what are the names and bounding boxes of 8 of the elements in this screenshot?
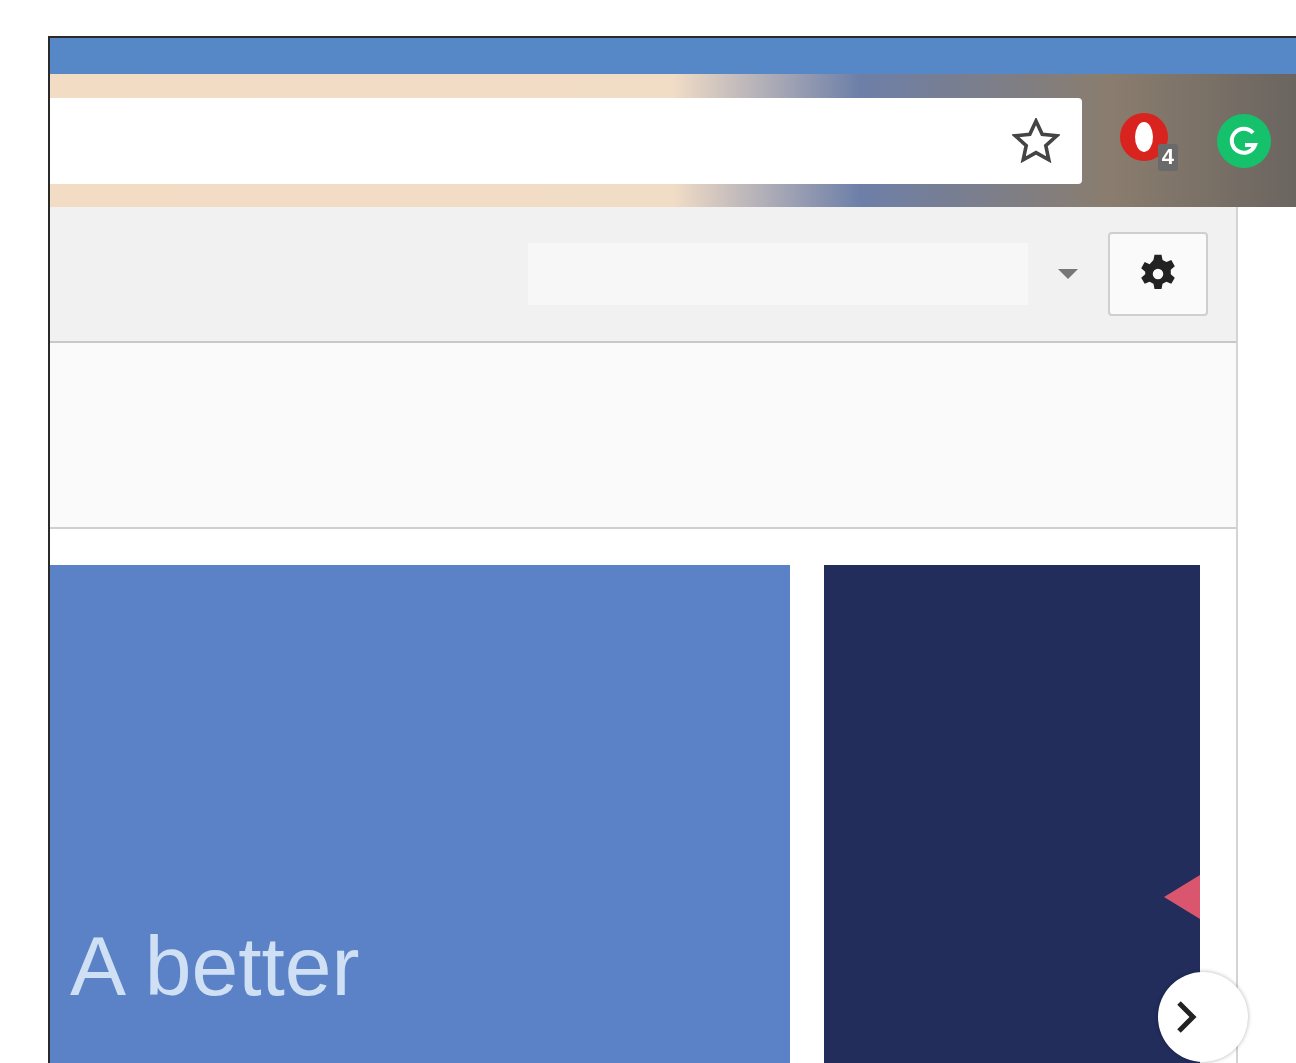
settings-button[interactable] (1108, 232, 1208, 316)
chevron-right-icon (1176, 1000, 1198, 1034)
triangle-shape (1164, 875, 1200, 919)
notification-badge: 4 (1157, 144, 1178, 171)
promo-headline: A better (70, 924, 360, 1008)
caret-icon[interactable] (1058, 269, 1078, 279)
bookmark-star-icon[interactable] (1012, 117, 1060, 164)
grammar-extension-icon[interactable] (1216, 112, 1272, 169)
